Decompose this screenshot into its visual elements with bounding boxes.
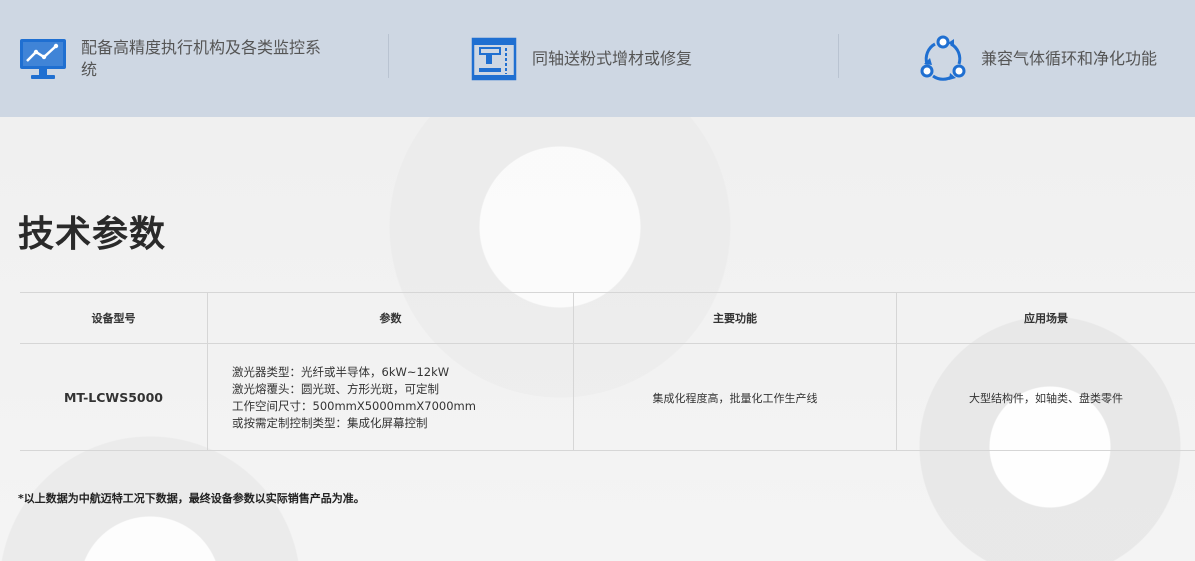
feature-text-monitoring: 配备高精度执行机构及各类监控系统: [81, 37, 322, 79]
param-line: 激光熔覆头：圆光斑、方形光斑，可定制: [232, 381, 439, 396]
header-model: 设备型号: [20, 293, 208, 343]
feature-divider: [388, 34, 389, 78]
header-function: 主要功能: [574, 293, 897, 343]
feature-banner: 配备高精度执行机构及各类监控系统 同轴送粉式增材或修复 兼容气体循环和净化功能: [0, 0, 1195, 117]
table-header-row: 设备型号 参数 主要功能 应用场景: [20, 293, 1195, 344]
table-row: MT-LCWS5000 激光器类型：光纤或半导体，6kW~12kW 激光熔覆头：…: [20, 344, 1195, 451]
footnote: *以上数据为中航迈特工况下数据，最终设备参数以实际销售产品为准。: [18, 492, 365, 505]
cell-params: 激光器类型：光纤或半导体，6kW~12kW 激光熔覆头：圆光斑、方形光斑，可定制…: [208, 344, 574, 451]
feature-item-monitoring: 配备高精度执行机构及各类监控系统: [17, 0, 321, 117]
cell-function: 集成化程度高，批量化工作生产线: [574, 344, 897, 451]
feature-item-gas: 兼容气体循环和净化功能: [917, 0, 1157, 117]
param-line: 或按需定制控制类型：集成化屏幕控制: [232, 415, 428, 430]
feature-text-powder: 同轴送粉式增材或修复: [532, 48, 693, 68]
feature-text-gas: 兼容气体循环和净化功能: [981, 48, 1158, 68]
param-line: 激光器类型：光纤或半导体，6kW~12kW: [232, 364, 450, 379]
header-params: 参数: [208, 293, 574, 343]
spec-table: 设备型号 参数 主要功能 应用场景 MT-LCWS5000 激光器类型：光纤或半…: [20, 292, 1195, 451]
param-line: 工作空间尺寸：500mmX5000mmX7000mm: [232, 398, 476, 413]
cycle-arrows-icon: [917, 34, 969, 84]
cell-application: 大型结构件，如轴类、盘类零件: [969, 391, 1123, 405]
header-application: 应用场景: [1024, 312, 1068, 325]
monitor-chart-icon: [17, 34, 69, 84]
feature-item-powder: 同轴送粉式增材或修复: [468, 0, 692, 117]
cell-model: MT-LCWS5000: [20, 344, 208, 451]
page-title: 技术参数: [18, 214, 167, 255]
feature-divider: [838, 34, 839, 78]
machine-tool-icon: [468, 34, 520, 84]
